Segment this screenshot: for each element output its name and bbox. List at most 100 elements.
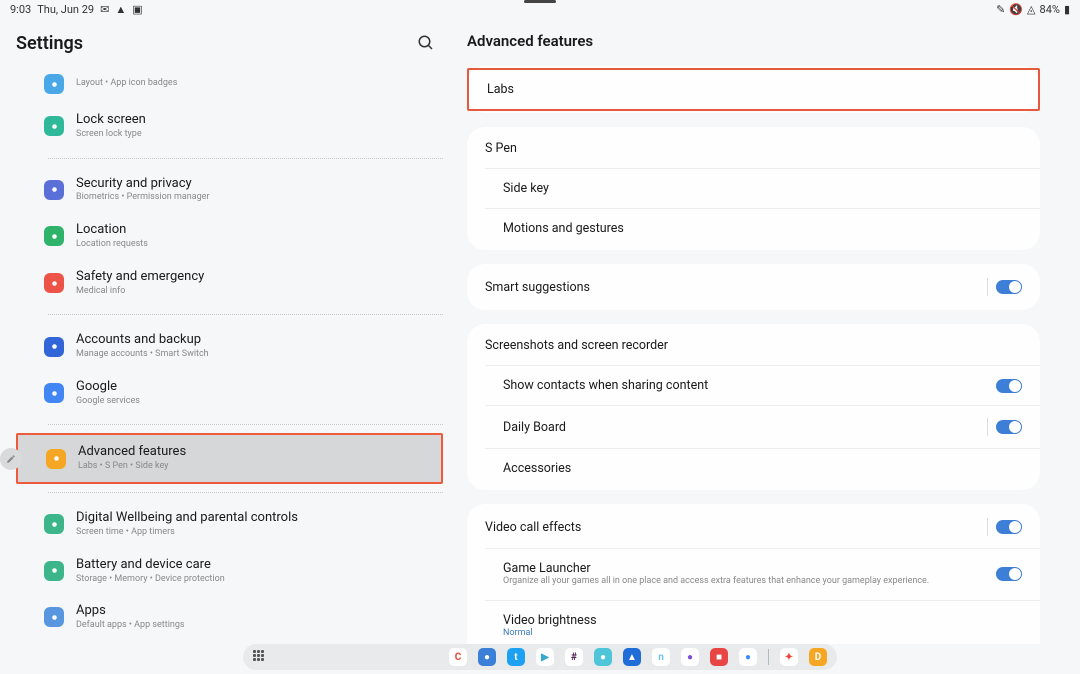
- setting-row-labs[interactable]: Labs: [467, 68, 1040, 111]
- sidebar-divider: [48, 492, 443, 493]
- toggle-switch[interactable]: [996, 567, 1022, 581]
- sidebar-item-location[interactable]: Location Location requests: [16, 213, 443, 260]
- row-title: Daily Board: [503, 420, 987, 435]
- sidebar-icon: [44, 180, 64, 200]
- sidebar-item-title: Advanced features: [78, 444, 427, 461]
- sidebar-item-title: Lock screen: [76, 112, 429, 129]
- warning-icon: ▲: [115, 3, 126, 16]
- dock-app-play[interactable]: ▶: [536, 648, 554, 666]
- sidebar-item-sub: Storage • Memory • Device protection: [76, 574, 429, 586]
- setting-row-screenshots-and-screen-recorder[interactable]: Screenshots and screen recorder: [467, 326, 1040, 365]
- sidebar-item-accounts-and-backup[interactable]: Accounts and backup Manage accounts • Sm…: [16, 323, 443, 370]
- row-sub: Normal: [503, 628, 1022, 640]
- settings-title: Settings: [16, 33, 83, 54]
- row-title: Video brightness: [503, 613, 1022, 628]
- search-button[interactable]: [413, 30, 439, 56]
- dock-app-app2[interactable]: ▲: [623, 648, 641, 666]
- sidebar-icon: [44, 273, 64, 293]
- search-icon: [417, 34, 435, 52]
- sidebar-icon: [44, 561, 64, 581]
- settings-card: Video call effects Game LauncherOrganize…: [467, 504, 1040, 644]
- toggle-divider: [987, 518, 988, 536]
- sidebar-item-sub: Screen time • App timers: [76, 527, 429, 539]
- notch: [524, 0, 556, 3]
- toggle-switch[interactable]: [996, 280, 1022, 294]
- dock-app-photos[interactable]: ✦: [780, 648, 798, 666]
- sidebar-item-advanced-features[interactable]: Advanced features Labs • S Pen • Side ke…: [16, 433, 443, 484]
- row-sub: Organize all your games all in one place…: [503, 576, 996, 588]
- dock-app-app1[interactable]: ●: [594, 648, 612, 666]
- sidebar-item-battery-and-device-care[interactable]: Battery and device care Storage • Memory…: [16, 548, 443, 595]
- sidebar-divider: [48, 158, 443, 159]
- sidebar-item-sub: Biometrics • Permission manager: [76, 192, 429, 204]
- sidebar-item-sub: Manage accounts • Smart Switch: [76, 349, 429, 361]
- status-time: 9:03: [10, 3, 31, 16]
- sidebar-divider: [48, 314, 443, 315]
- sidebar-item-lock-screen[interactable]: Lock screen Screen lock type: [16, 103, 443, 150]
- setting-row-video-brightness[interactable]: Video brightnessNormal: [485, 600, 1040, 644]
- sidebar-item-digital-wellbeing-and-parental-controls[interactable]: Digital Wellbeing and parental controls …: [16, 501, 443, 548]
- dock-app-zoom[interactable]: ●: [739, 648, 757, 666]
- dock-app-app5[interactable]: ■: [710, 648, 728, 666]
- sidebar-item-partial[interactable]: Layout • App icon badges: [16, 74, 443, 103]
- row-title: Accessories: [503, 461, 1022, 476]
- pen-icon: ✎: [996, 3, 1005, 16]
- row-title: Labs: [487, 82, 1020, 97]
- sidebar-item-title: Google: [76, 379, 429, 396]
- setting-row-accessories[interactable]: Accessories: [485, 448, 1040, 488]
- setting-row-s-pen[interactable]: S Pen: [467, 129, 1040, 168]
- settings-card: Labs: [467, 66, 1040, 113]
- sidebar-item-apps[interactable]: Apps Default apps • App settings: [16, 594, 443, 641]
- toggle-divider: [987, 418, 988, 436]
- detail-panel: Advanced features Labs S Pen Side key Mo…: [455, 18, 1080, 644]
- setting-row-motions-and-gestures[interactable]: Motions and gestures: [485, 208, 1040, 248]
- toggle-switch[interactable]: [996, 379, 1022, 393]
- setting-row-show-contacts-when-sharing-content[interactable]: Show contacts when sharing content: [485, 365, 1040, 405]
- settings-card: S Pen Side key Motions and gestures: [467, 127, 1040, 250]
- sidebar-item-title: Safety and emergency: [76, 269, 429, 286]
- sidebar-item-sub: Default apps • App settings: [76, 620, 429, 632]
- dock-app-slack[interactable]: #: [565, 648, 583, 666]
- sidebar-icon: [44, 116, 64, 136]
- sidebar-divider: [48, 424, 443, 425]
- sidebar-item-safety-and-emergency[interactable]: Safety and emergency Medical info: [16, 260, 443, 307]
- dock: C ● t ▶ # ● ▲ n ● ■ ● ✦ D: [243, 644, 837, 670]
- app-drawer-icon[interactable]: [253, 650, 267, 664]
- toggle-switch[interactable]: [996, 520, 1022, 534]
- sidebar-icon: [44, 74, 64, 94]
- wifi-icon: ◬: [1027, 3, 1035, 16]
- image-icon: ▣: [132, 3, 142, 16]
- setting-row-video-call-effects[interactable]: Video call effects: [467, 506, 1040, 548]
- sidebar-item-title: Location: [76, 222, 429, 239]
- sidebar-icon: [44, 337, 64, 357]
- sidebar-item-sub: Medical info: [76, 286, 429, 298]
- dock-app-app3[interactable]: n: [652, 648, 670, 666]
- pencil-icon: [6, 454, 16, 464]
- dock-app-app4[interactable]: ●: [681, 648, 699, 666]
- sidebar-item-sub: Labs • S Pen • Side key: [78, 461, 427, 473]
- sidebar-item-google[interactable]: Google Google services: [16, 370, 443, 417]
- row-title: Video call effects: [485, 520, 987, 535]
- sidebar-item-security-and-privacy[interactable]: Security and privacy Biometrics • Permis…: [16, 167, 443, 214]
- toggle-switch[interactable]: [996, 420, 1022, 434]
- battery-icon: ▮: [1064, 3, 1070, 16]
- row-title: Screenshots and screen recorder: [485, 338, 1022, 353]
- setting-row-smart-suggestions[interactable]: Smart suggestions: [467, 266, 1040, 308]
- setting-row-daily-board[interactable]: Daily Board: [485, 405, 1040, 448]
- setting-row-side-key[interactable]: Side key: [485, 168, 1040, 208]
- dock-app-dex[interactable]: D: [809, 648, 827, 666]
- sidebar-item-title: Security and privacy: [76, 176, 429, 193]
- sidebar-icon: [44, 514, 64, 534]
- row-title: Side key: [503, 181, 1022, 196]
- row-title: Show contacts when sharing content: [503, 378, 996, 393]
- settings-sidebar: Settings Layout • App icon badges Lock s…: [0, 18, 455, 644]
- sidebar-item-title: Battery and device care: [76, 557, 429, 574]
- status-date: Thu, Jun 29: [37, 3, 94, 16]
- row-title: Game Launcher: [503, 561, 996, 576]
- edit-fab[interactable]: [0, 448, 22, 470]
- dock-app-twitter[interactable]: t: [507, 648, 525, 666]
- dock-app-browser[interactable]: ●: [478, 648, 496, 666]
- sidebar-item-sub: Location requests: [76, 239, 429, 251]
- setting-row-game-launcher[interactable]: Game LauncherOrganize all your games all…: [485, 548, 1040, 600]
- dock-app-chrome[interactable]: C: [449, 648, 467, 666]
